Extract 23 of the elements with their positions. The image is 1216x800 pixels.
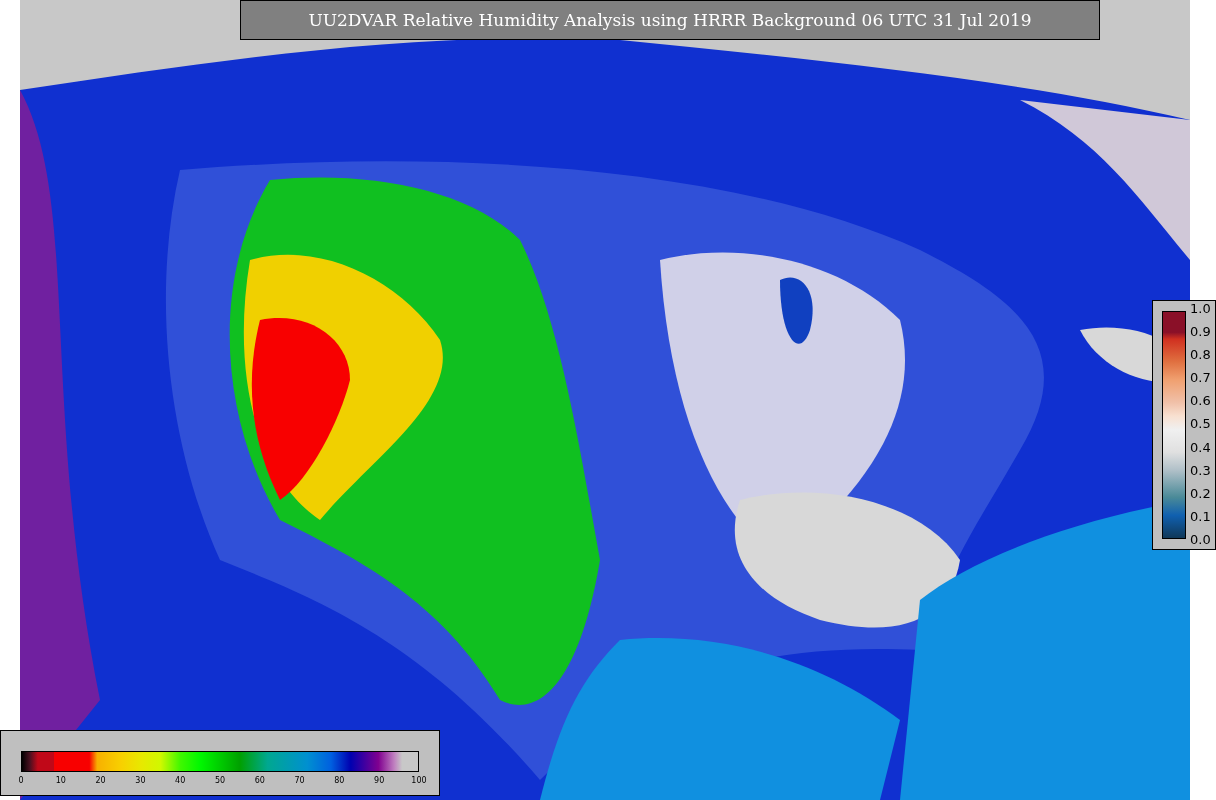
colorbar-tick-label: 0.8 <box>1190 347 1211 364</box>
colorbar-tick-label: 10 <box>54 776 67 787</box>
colorbar-tick-label: 0.9 <box>1190 324 1211 341</box>
colorbar-tick-label: 30 <box>134 776 147 787</box>
colorbar-tick-label: 0.1 <box>1190 508 1211 525</box>
colorbar-tick-label: 70 <box>293 776 306 787</box>
colorbar-tick-label: 100 <box>410 776 428 787</box>
colorbar-tick-label: 1.0 <box>1190 301 1211 317</box>
colorbar-tick-label: 50 <box>213 776 227 787</box>
colorbar-tick-label: 90 <box>373 776 386 787</box>
colorbar-tick-label: 0.4 <box>1190 439 1211 456</box>
colorbar-tick-label: 0.3 <box>1190 462 1211 479</box>
colorbar-tick-label: 0.5 <box>1190 416 1211 433</box>
colorbar-tick-label: 60 <box>253 776 266 787</box>
colorbar-tick-label: 80 <box>333 776 346 787</box>
colorbar-tick-label: 0.0 <box>1190 531 1211 548</box>
colorbar-tick-label: 20 <box>94 776 107 787</box>
colorbar-tick-label: 40 <box>174 776 187 787</box>
colorbar-tick-label: 0.2 <box>1190 485 1211 502</box>
colorbar-tick-label: 0 <box>17 776 25 787</box>
colorbar-tick-label: 0.6 <box>1190 393 1211 410</box>
colorbar-tick-label: 0.7 <box>1190 370 1211 387</box>
map-title: UU2DVAR Relative Humidity Analysis using HRRR Background 06 UTC 31 Jul 2019 <box>240 0 1100 40</box>
